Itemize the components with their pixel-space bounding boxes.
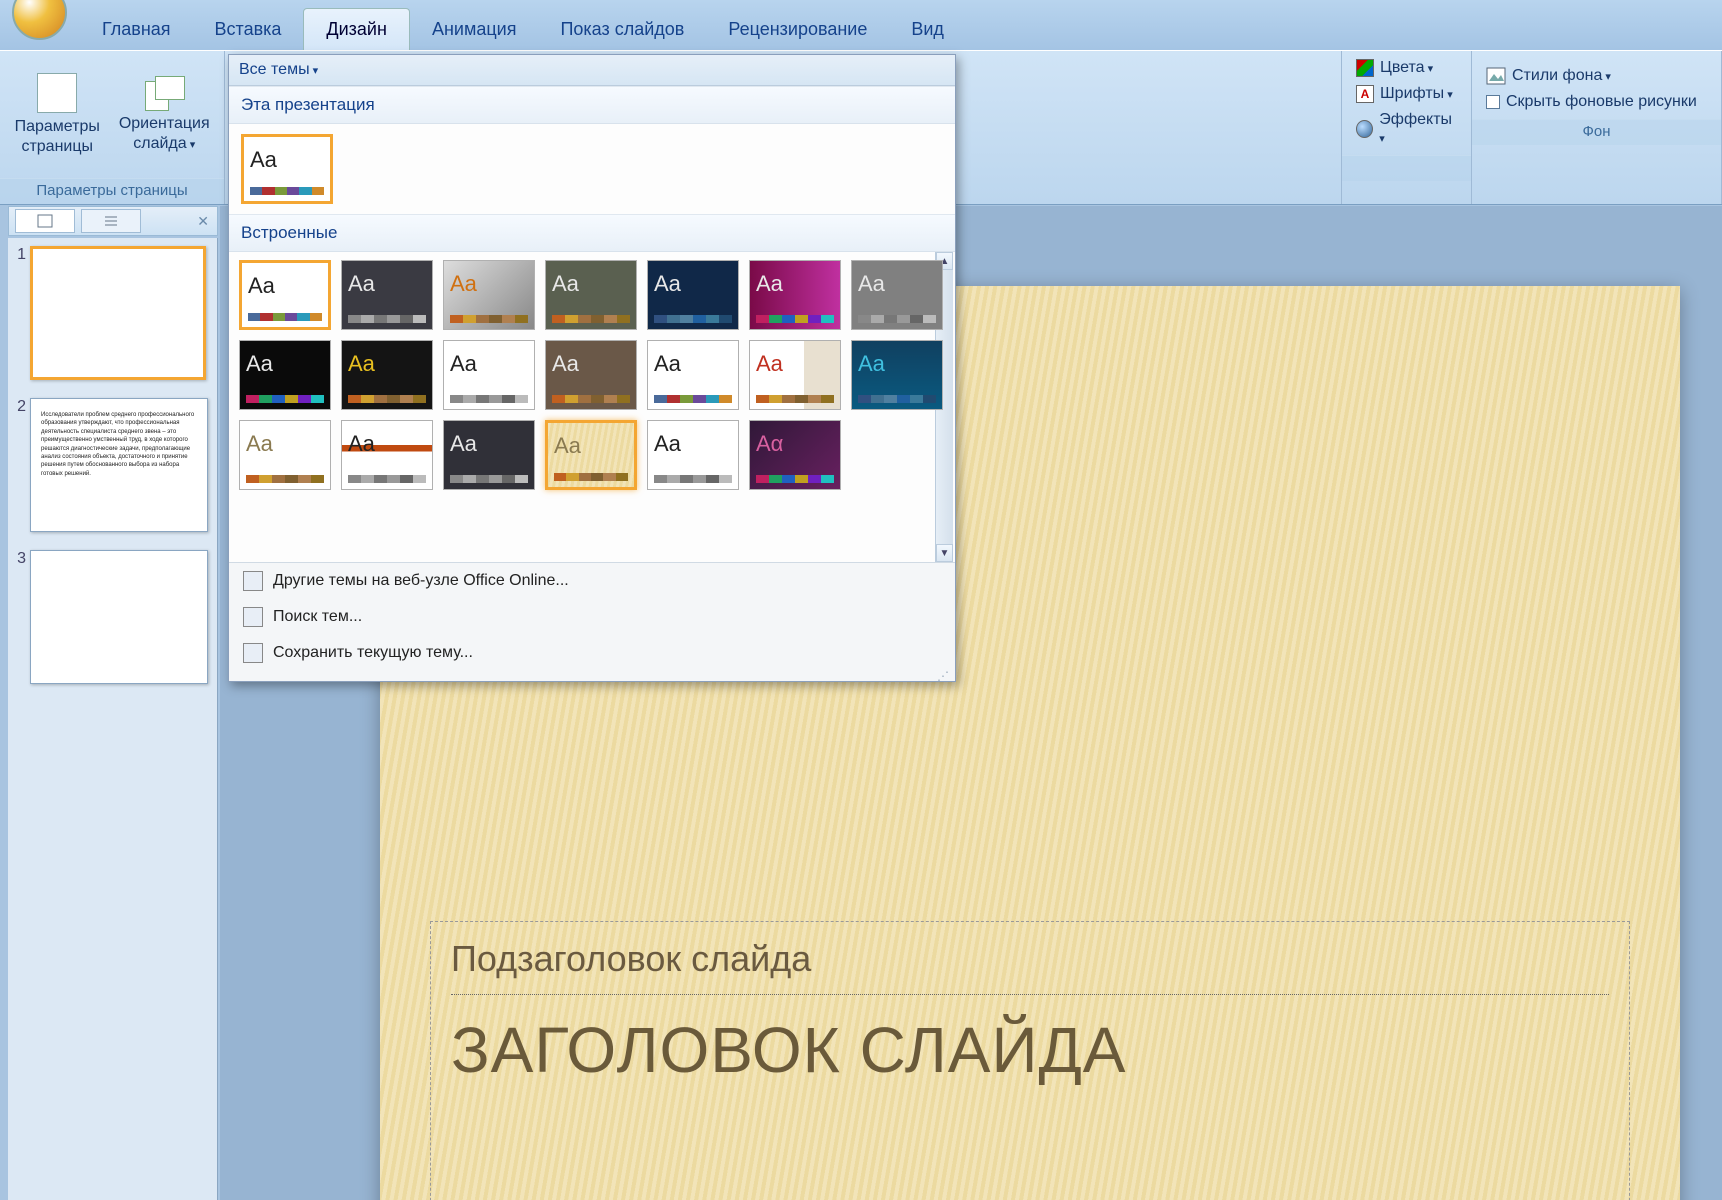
tab-insert[interactable]: Вставка <box>193 9 304 50</box>
tab-view[interactable]: Вид <box>889 9 966 50</box>
colors-label: Цвета <box>1380 59 1433 77</box>
subtitle-text[interactable]: Подзаголовок слайда <box>451 938 811 979</box>
slide-number: 2 <box>12 398 30 532</box>
theme-item[interactable]: Aa <box>239 420 331 490</box>
background-styles-button[interactable]: Стили фона <box>1482 65 1711 87</box>
theme-item[interactable]: Aa <box>443 340 535 410</box>
color-strip <box>250 187 324 195</box>
theme-item[interactable]: Aa <box>341 340 433 410</box>
builtin-themes-grid: ▲ ▼ Aa Aa Aa Aa Aa Aa Aa Aa Aa Aa Aa Aa … <box>229 252 955 562</box>
page-setup-label: Параметры страницы <box>15 117 100 155</box>
more-themes-online[interactable]: Другие темы на веб-узле Office Online... <box>229 563 955 599</box>
title-placeholder[interactable]: Подзаголовок слайда ЗАГОЛОВОК СЛАЙДА <box>430 921 1630 1200</box>
group-background: Стили фона Скрыть фоновые рисунки Фон <box>1472 51 1722 204</box>
theme-item[interactable]: Aa <box>545 340 637 410</box>
slide-orientation-button[interactable]: Ориентация слайда <box>112 70 216 158</box>
close-panel-icon[interactable]: ✕ <box>197 213 209 230</box>
online-icon <box>243 571 263 591</box>
theme-item[interactable]: Aa <box>443 420 535 490</box>
theme-item[interactable]: Aa <box>851 260 943 330</box>
slide-preview <box>30 246 206 380</box>
theme-item[interactable]: Aa <box>647 420 739 490</box>
gallery-footer: Другие темы на веб-узле Office Online...… <box>229 562 955 681</box>
effects-icon <box>1356 120 1373 138</box>
orientation-icon <box>145 76 183 114</box>
search-icon <box>243 607 263 627</box>
tab-home[interactable]: Главная <box>80 9 193 50</box>
theme-item[interactable]: Aα <box>749 420 841 490</box>
tab-review[interactable]: Рецензирование <box>706 9 889 50</box>
outline-tab-icon <box>103 214 119 228</box>
tab-design[interactable]: Дизайн <box>303 8 410 50</box>
slide-thumbnails-panel[interactable]: 1 2 Исследователи проблем среднего профе… <box>8 238 218 1200</box>
colors-button[interactable]: Цвета <box>1352 57 1461 79</box>
slide-thumb-3[interactable]: 3 <box>12 550 213 684</box>
gallery-all-themes-header[interactable]: Все темы <box>229 55 955 86</box>
fonts-icon: A <box>1356 85 1374 103</box>
section-this-presentation: Эта презентация <box>229 86 955 124</box>
theme-item[interactable]: Aa <box>749 340 841 410</box>
tab-animation[interactable]: Анимация <box>410 9 539 50</box>
slide-number: 1 <box>12 246 30 380</box>
theme-item[interactable]: Aa <box>851 340 943 410</box>
background-styles-icon <box>1486 67 1506 85</box>
theme-item[interactable]: Aa <box>341 260 433 330</box>
colors-icon <box>1356 59 1374 77</box>
slide-thumb-2[interactable]: 2 Исследователи проблем среднего професс… <box>12 398 213 532</box>
hide-background-label: Скрыть фоновые рисунки <box>1506 93 1697 111</box>
fonts-button[interactable]: A Шрифты <box>1352 83 1461 105</box>
slide-panel-tabs: ✕ <box>8 206 218 236</box>
slide-preview <box>30 550 208 684</box>
theme-item[interactable]: Aa <box>545 260 637 330</box>
slide-thumb-1[interactable]: 1 <box>12 246 213 380</box>
effects-label: Эффекты <box>1379 111 1457 147</box>
tab-slideshow[interactable]: Показ слайдов <box>538 9 706 50</box>
checkbox-icon <box>1486 95 1500 109</box>
title-text[interactable]: ЗАГОЛОВОК СЛАЙДА <box>451 1013 1609 1087</box>
group-label-background: Фон <box>1472 119 1721 145</box>
theme-office[interactable]: Aa <box>239 260 331 330</box>
group-variants: Цвета A Шрифты Эффекты <box>1342 51 1472 204</box>
slide-2-text: Исследователи проблем среднего профессио… <box>41 411 197 478</box>
ribbon-tabs: Главная Вставка Дизайн Анимация Показ сл… <box>0 0 1722 50</box>
scroll-down-icon[interactable]: ▼ <box>936 544 953 562</box>
background-styles-label: Стили фона <box>1512 67 1611 85</box>
hide-background-checkbox[interactable]: Скрыть фоновые рисунки <box>1482 91 1711 113</box>
group-page-setup: Параметры страницы Ориентация слайда Пар… <box>0 51 225 204</box>
theme-item[interactable]: Aa <box>239 340 331 410</box>
theme-item[interactable]: Aa <box>443 260 535 330</box>
group-label-variants <box>1342 155 1471 181</box>
slide-preview: Исследователи проблем среднего профессио… <box>30 398 208 532</box>
effects-button[interactable]: Эффекты <box>1352 109 1461 149</box>
section-builtin: Встроенные <box>229 214 955 252</box>
page-setup-button[interactable]: Параметры страницы <box>8 67 106 161</box>
themes-gallery-dropdown: Все темы Эта презентация Aa Встроенные ▲… <box>228 54 956 682</box>
page-setup-icon <box>37 73 77 113</box>
slides-tab[interactable] <box>15 209 75 233</box>
save-icon <box>243 643 263 663</box>
theme-item-hovered[interactable]: Aa <box>545 420 637 490</box>
theme-item[interactable]: Aa <box>749 260 841 330</box>
outline-tab[interactable] <box>81 209 141 233</box>
search-themes[interactable]: Поиск тем... <box>229 599 955 635</box>
orientation-label: Ориентация слайда <box>119 114 210 152</box>
fonts-label: Шрифты <box>1380 85 1453 103</box>
theme-current[interactable]: Aa <box>241 134 333 204</box>
theme-item[interactable]: Aa <box>341 420 433 490</box>
slides-tab-icon <box>37 214 53 228</box>
save-current-theme[interactable]: Сохранить текущую тему... <box>229 635 955 671</box>
theme-item[interactable]: Aa <box>647 260 739 330</box>
theme-item[interactable]: Aa <box>647 340 739 410</box>
resize-grip-icon[interactable]: ⋰ <box>229 671 955 681</box>
slide-number: 3 <box>12 550 30 684</box>
group-label-page-setup: Параметры страницы <box>0 178 224 204</box>
